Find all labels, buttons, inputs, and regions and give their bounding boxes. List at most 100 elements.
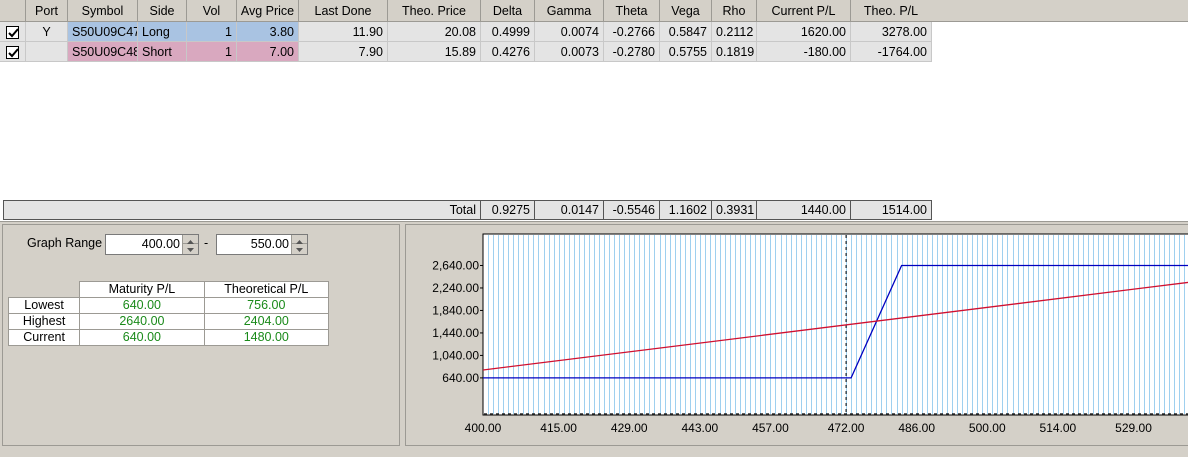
maturity-pl-value: 2640.00 (79, 313, 205, 330)
header-symbol[interactable]: Symbol (68, 0, 138, 22)
x-tick-label: 529.00 (1115, 421, 1152, 435)
x-tick-label: 400.00 (465, 421, 502, 435)
spin-down-icon[interactable] (292, 244, 307, 253)
graph-range-separator: - (204, 236, 209, 250)
delta-cell: 0.4999 (481, 22, 535, 42)
header-rho[interactable]: Rho (712, 0, 757, 22)
theoretical-pl-value: 2404.00 (203, 313, 330, 330)
maturity-pl-header: Maturity P/L (79, 281, 205, 298)
side-cell: Long (138, 22, 187, 42)
x-tick-label: 472.00 (828, 421, 865, 435)
header-filler (931, 0, 1188, 22)
x-tick-label: 500.00 (969, 421, 1006, 435)
pl-row-label: Lowest (7, 297, 81, 314)
pl-table-row: Highest 2640.00 2404.00 (7, 313, 330, 330)
theta-cell: -0.2766 (604, 22, 660, 42)
row-check-cell[interactable] (0, 22, 26, 42)
payoff-chart: 2,640.00 2,240.00 1,840.00 1,440.00 1,040.00… (432, 233, 1188, 435)
pl-table-header-row: Maturity P/L Theoretical P/L (7, 281, 330, 298)
avg-price-cell: 7.00 (237, 42, 299, 62)
row-check-cell[interactable] (0, 42, 26, 62)
pl-table-row: Lowest 640.00 756.00 (7, 297, 330, 314)
total-theo-pl: 1514.00 (881, 203, 927, 217)
header-theo-price[interactable]: Theo. Price (388, 0, 481, 22)
pl-table-corner (7, 281, 81, 298)
rho-cell: 0.1819 (712, 42, 757, 62)
y-tick-label: 1,440.00 (432, 326, 479, 340)
spinner-buttons[interactable] (182, 235, 198, 254)
total-current-pl: 1440.00 (757, 201, 851, 219)
total-rho: 0.3931 (712, 201, 757, 219)
x-tick-label: 415.00 (540, 421, 577, 435)
plot-area (482, 233, 1188, 416)
theoretical-pl-header: Theoretical P/L (203, 281, 330, 298)
total-gamma: 0.0147 (535, 201, 604, 219)
y-tick-label: 2,240.00 (432, 281, 479, 295)
x-tick-label: 429.00 (611, 421, 648, 435)
total-vega: 1.1602 (660, 201, 712, 219)
spin-up-icon[interactable] (183, 235, 198, 244)
table-row[interactable]: Y S50U09C47 Long 1 3.80 11.90 20.08 0.49… (0, 22, 932, 42)
graph-range-to-spinner[interactable]: 550.00 (216, 234, 308, 255)
y-tick-label: 640.00 (442, 371, 479, 385)
y-tick-label: 1,040.00 (432, 348, 479, 362)
graph-range-label: Graph Range (27, 236, 103, 250)
header-delta[interactable]: Delta (481, 0, 535, 22)
total-theta: -0.5546 (604, 201, 660, 219)
y-tick-label: 2,640.00 (432, 258, 479, 272)
theo-pl-cell: -1764.00 (851, 42, 932, 62)
header-theo-pl[interactable]: Theo. P/L (851, 0, 932, 22)
pl-row-label: Highest (7, 313, 81, 330)
maturity-pl-value: 640.00 (79, 329, 205, 346)
x-tick-label: 457.00 (752, 421, 789, 435)
port-cell (26, 42, 68, 62)
payoff-chart-panel: 2,640.00 2,240.00 1,840.00 1,440.00 1,040.00… (405, 224, 1188, 446)
rho-cell: 0.2112 (712, 22, 757, 42)
delta-cell: 0.4276 (481, 42, 535, 62)
table-row[interactable]: S50U09C48 Short 1 7.00 7.90 15.89 0.4276… (0, 42, 932, 62)
spinner-buttons[interactable] (291, 235, 307, 254)
port-cell: Y (26, 22, 68, 42)
x-tick-label: 514.00 (1040, 421, 1077, 435)
header-check[interactable] (0, 0, 26, 22)
side-cell: Short (138, 42, 187, 62)
vega-cell: 0.5847 (660, 22, 712, 42)
theo-price-cell: 15.89 (388, 42, 481, 62)
header-vega[interactable]: Vega (660, 0, 712, 22)
spin-down-icon[interactable] (183, 244, 198, 253)
graph-range-from-spinner[interactable]: 400.00 (105, 234, 199, 255)
header-current-pl[interactable]: Current P/L (757, 0, 851, 22)
spin-up-icon[interactable] (292, 235, 307, 244)
theoretical-pl-value: 756.00 (203, 297, 330, 314)
symbol-cell: S50U09C48 (68, 42, 138, 62)
vol-cell: 1 (187, 42, 237, 62)
bottom-area: Graph Range 400.00 - 550.00 Maturity P/L… (0, 221, 1188, 457)
current-pl-cell: -180.00 (757, 42, 851, 62)
graph-range-from-value[interactable]: 400.00 (142, 235, 180, 254)
x-tick-label: 486.00 (898, 421, 935, 435)
total-bar: Total 0.9275 0.0147 -0.5546 1.1602 0.393… (3, 200, 932, 220)
avg-price-cell: 3.80 (237, 22, 299, 42)
last-done-cell: 7.90 (299, 42, 388, 62)
graph-range-to-value[interactable]: 550.00 (251, 235, 289, 254)
maturity-pl-value: 640.00 (79, 297, 205, 314)
header-vol[interactable]: Vol (187, 0, 237, 22)
theta-cell: -0.2780 (604, 42, 660, 62)
pl-row-label: Current (7, 329, 81, 346)
header-side[interactable]: Side (138, 0, 187, 22)
checkbox[interactable] (6, 26, 19, 39)
positions-grid: Port Symbol Side Vol Avg Price Last Done… (0, 0, 1188, 200)
header-theta[interactable]: Theta (604, 0, 660, 22)
header-last-done[interactable]: Last Done (299, 0, 388, 22)
pl-panel: Graph Range 400.00 - 550.00 Maturity P/L… (2, 224, 400, 446)
theoretical-pl-value: 1480.00 (203, 329, 330, 346)
vol-cell: 1 (187, 22, 237, 42)
total-delta: 0.9275 (481, 201, 535, 219)
header-gamma[interactable]: Gamma (535, 0, 604, 22)
x-tick-label: 443.00 (681, 421, 718, 435)
pl-summary-table: Maturity P/L Theoretical P/L Lowest 640.… (7, 281, 330, 346)
header-avg-price[interactable]: Avg Price (237, 0, 299, 22)
vega-cell: 0.5755 (660, 42, 712, 62)
checkbox[interactable] (6, 46, 19, 59)
header-port[interactable]: Port (26, 0, 68, 22)
